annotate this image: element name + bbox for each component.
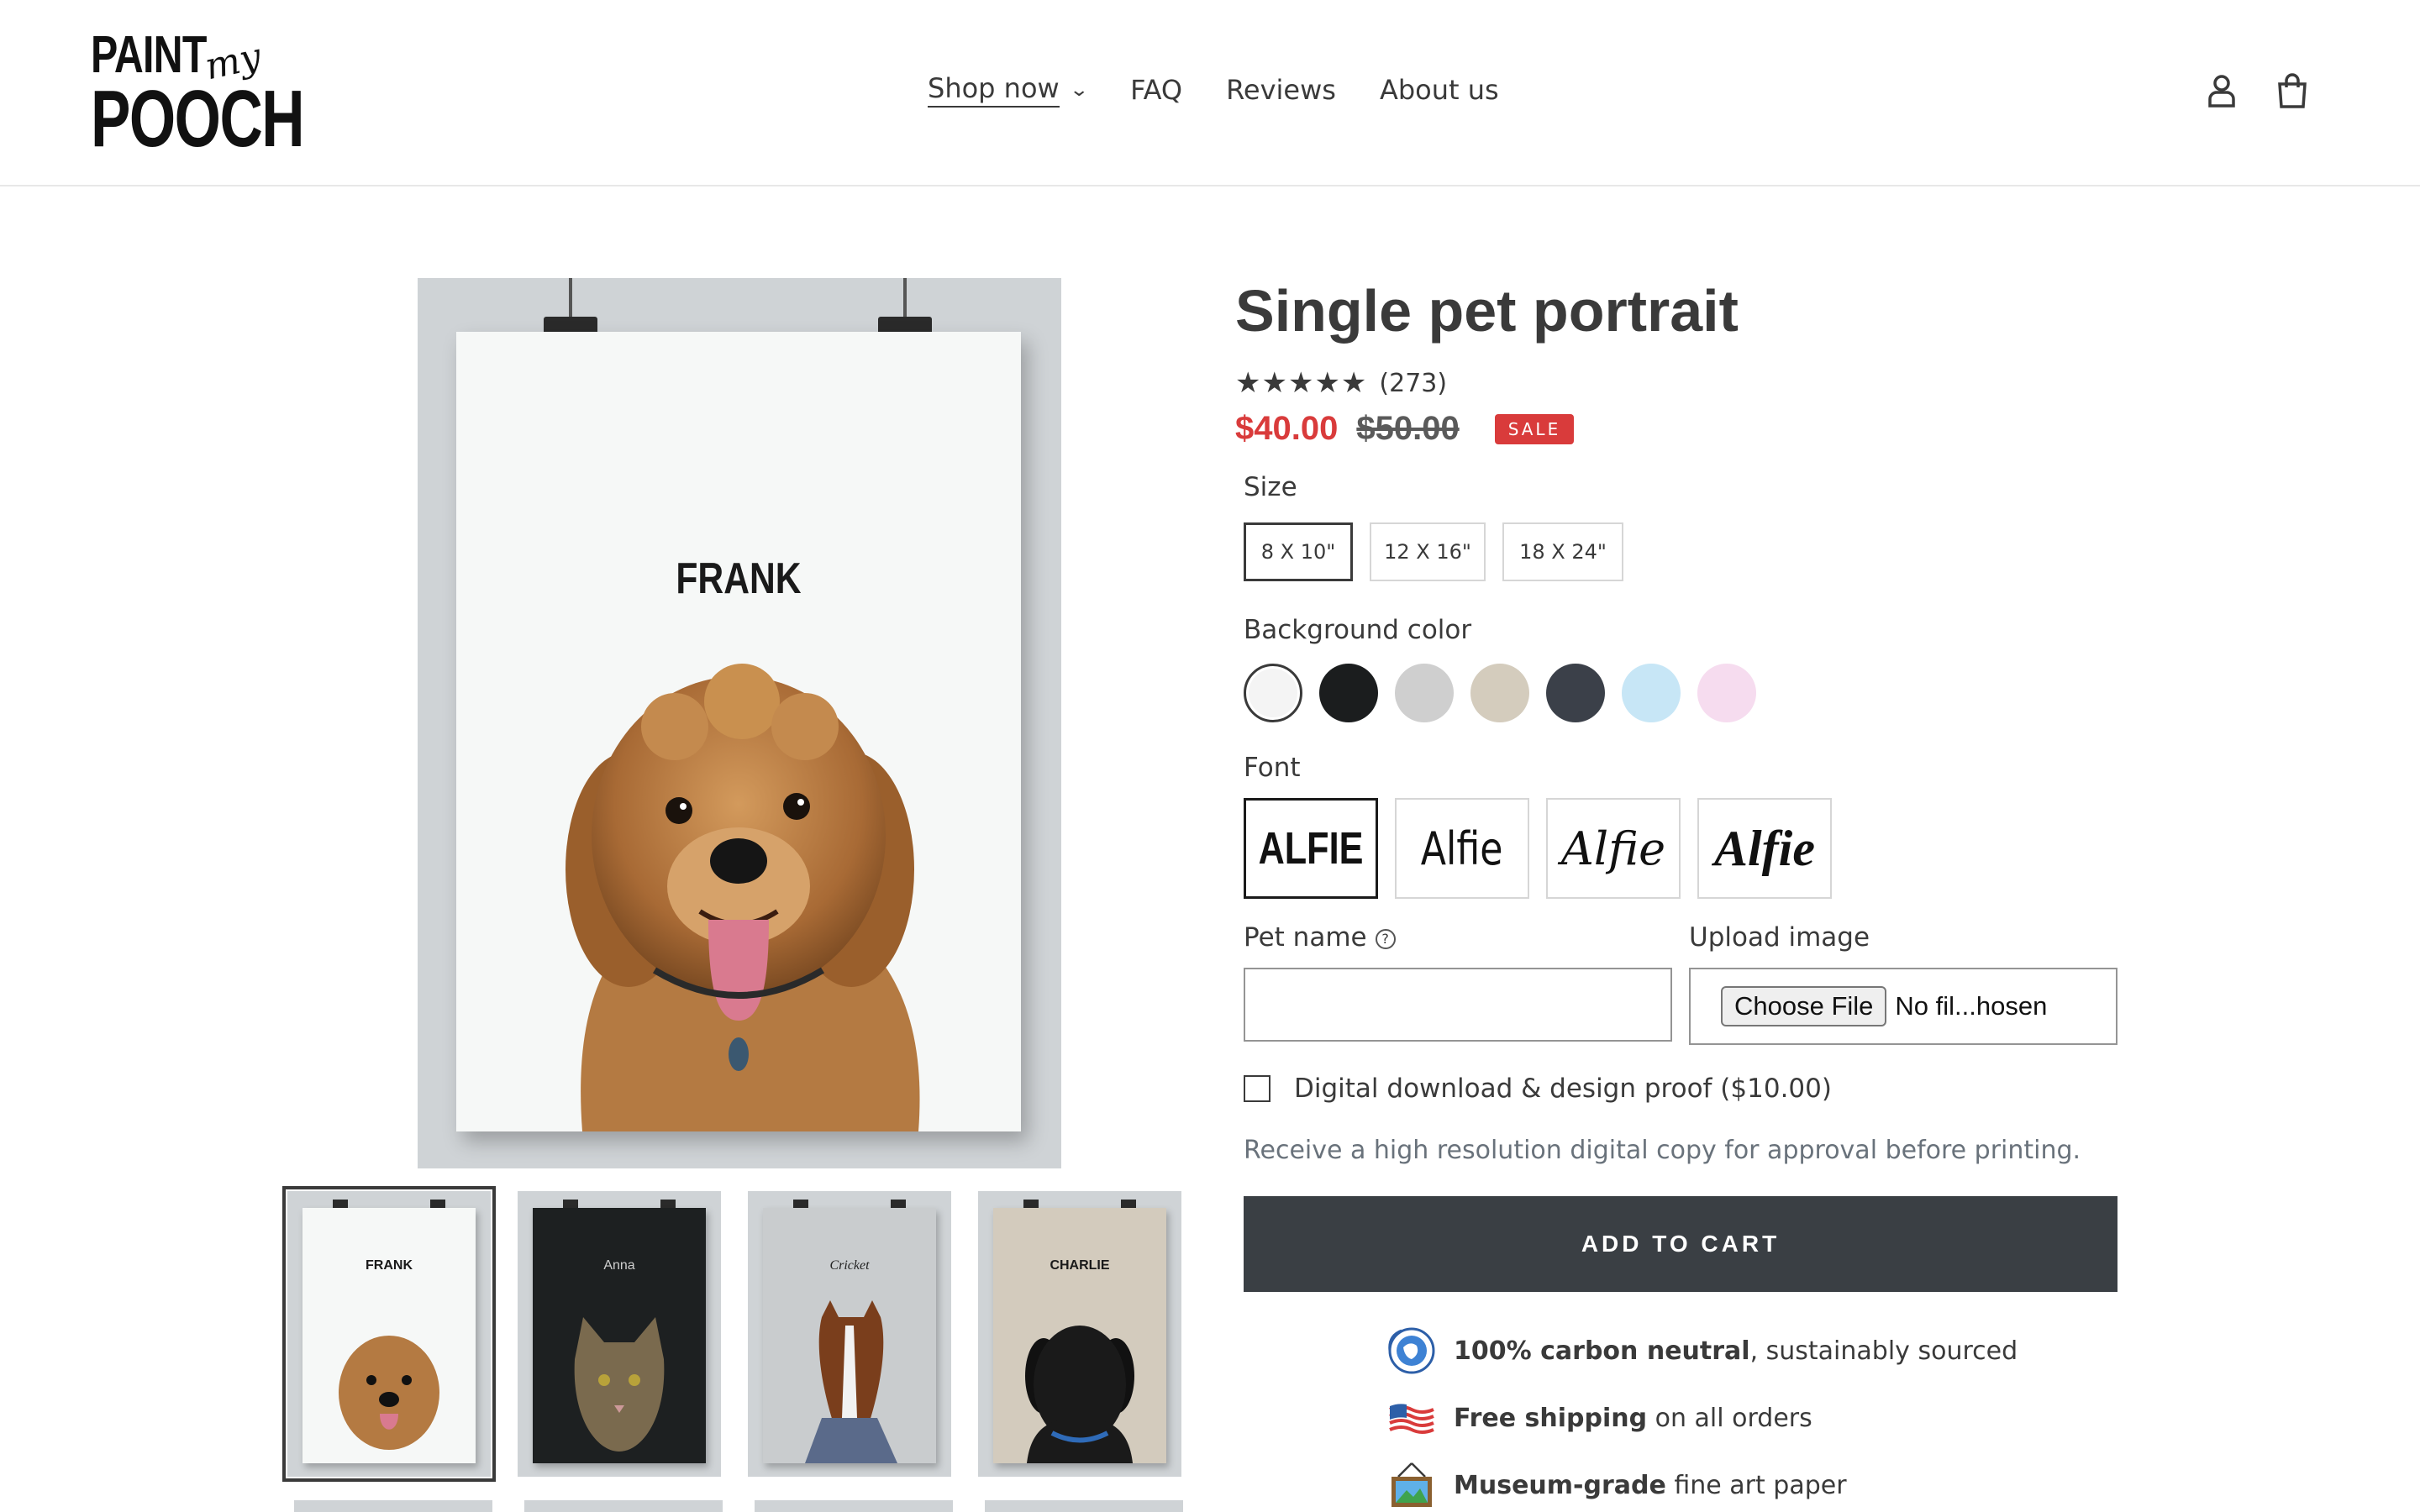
feature-bold: Museum-grade	[1454, 1470, 1666, 1500]
chevron-down-icon: ⌄	[1068, 79, 1089, 101]
size-option-8x10[interactable]: 8 X 10"	[1244, 522, 1353, 581]
font-label: Font	[1244, 753, 1301, 783]
site-header: PAINT my POOCH Shop now ⌄ FAQ Reviews Ab…	[0, 0, 2420, 186]
font-sample: Alfie	[1421, 822, 1503, 875]
swatch-white[interactable]	[1244, 664, 1302, 722]
thumbnail[interactable]	[294, 1500, 492, 1512]
main-nav: Shop now ⌄ FAQ Reviews About us	[928, 72, 1543, 108]
sale-price: $40.00	[1235, 410, 1339, 447]
size-option-18x24[interactable]: 18 X 24"	[1502, 522, 1623, 581]
cart-icon[interactable]	[2272, 71, 2312, 111]
feature-free-shipping: Free shipping on all orders	[1386, 1393, 1812, 1443]
swatch-beige[interactable]	[1470, 664, 1529, 722]
font-selector: ALFIE Alfie Alfie Alfie	[1244, 798, 1849, 899]
poster: FRANK	[456, 332, 1021, 1131]
digital-download-checkbox[interactable]	[1244, 1075, 1270, 1102]
feature-text: , sustainably sourced	[1749, 1336, 2018, 1366]
background-color-selector	[1244, 664, 1773, 722]
nav-reviews[interactable]: Reviews	[1226, 74, 1336, 106]
size-option-12x16[interactable]: 12 X 16"	[1370, 522, 1486, 581]
rating-stars: ★★★★★	[1235, 366, 1368, 400]
dog-portrait-image	[566, 664, 920, 1131]
sale-badge: SALE	[1494, 413, 1575, 444]
size-label: Size	[1244, 472, 1297, 502]
framed-landscape-icon	[1392, 1462, 1432, 1507]
logo-line-2: POOCH	[91, 74, 305, 164]
digital-download-option[interactable]: Digital download & design proof ($10.00)	[1244, 1074, 1832, 1104]
swatch-pink[interactable]	[1697, 664, 1756, 722]
thumbnail-frank[interactable]: FRANK	[282, 1186, 496, 1482]
nav-shop-now[interactable]: Shop now ⌄	[928, 72, 1089, 108]
dog-thumbnail-image	[339, 1336, 439, 1450]
thumbnail[interactable]	[524, 1500, 723, 1512]
price-row: $40.00 $50.00 SALE	[1235, 410, 1575, 448]
digital-download-helper: Receive a high resolution digital copy f…	[1244, 1136, 2081, 1165]
nav-about-us[interactable]: About us	[1380, 74, 1499, 106]
feature-text: fine art paper	[1665, 1470, 1847, 1500]
font-sample: ALFIE	[1258, 823, 1364, 874]
main-product-image[interactable]: FRANK	[418, 278, 1061, 1168]
font-option-sans[interactable]: Alfie	[1395, 798, 1529, 899]
font-option-calligraphy[interactable]: Alfie	[1697, 798, 1832, 899]
swatch-charcoal[interactable]	[1546, 664, 1605, 722]
swatch-light-gray[interactable]	[1395, 664, 1454, 722]
font-sample: Alfie	[1560, 822, 1666, 875]
nav-shop-now-label: Shop now	[928, 72, 1060, 108]
thumbnail[interactable]	[755, 1500, 953, 1512]
original-price: $50.00	[1356, 410, 1460, 447]
labrador-thumbnail-image	[1025, 1326, 1134, 1463]
feature-carbon-neutral: 100% carbon neutral, sustainably sourced	[1386, 1326, 2018, 1376]
horse-thumbnail-image	[805, 1300, 897, 1463]
review-count: (273)	[1379, 368, 1448, 398]
us-flag-icon	[1389, 1404, 1434, 1434]
font-sample: Alfie	[1714, 820, 1815, 876]
cat-thumbnail-image	[574, 1317, 665, 1452]
header-icons	[2202, 71, 2343, 111]
feature-museum-grade: Museum-grade fine art paper	[1386, 1460, 1847, 1510]
eco-globe-icon	[1388, 1327, 1435, 1374]
nav-faq[interactable]: FAQ	[1130, 74, 1182, 106]
digital-download-label: Digital download & design proof ($10.00)	[1294, 1074, 1832, 1104]
thumbnail-charlie[interactable]: CHARLIE	[978, 1191, 1181, 1477]
nav-faq-label: FAQ	[1130, 74, 1183, 106]
thumbnail-cricket[interactable]: Cricket	[748, 1191, 951, 1477]
swatch-black[interactable]	[1319, 664, 1378, 722]
thumbnail-strip: FRANK Anna Cricket CHARLIE	[282, 1186, 1208, 1482]
upload-image-field[interactable]: Choose File No fil...hosen	[1689, 968, 2118, 1045]
pet-name-label: Pet name	[1244, 922, 1367, 953]
logo[interactable]: PAINT my POOCH	[91, 25, 305, 160]
background-color-label: Background color	[1244, 615, 1472, 645]
font-option-bold-sans[interactable]: ALFIE	[1244, 798, 1378, 899]
feature-bold: Free shipping	[1454, 1403, 1648, 1433]
upload-image-label: Upload image	[1689, 922, 1870, 953]
help-icon[interactable]: ?	[1375, 928, 1396, 949]
add-to-cart-button[interactable]: ADD TO CART	[1244, 1196, 2118, 1292]
feature-text: on all orders	[1647, 1403, 1812, 1433]
feature-bold: 100% carbon neutral	[1454, 1336, 1750, 1366]
upload-status: No fil...hosen	[1895, 991, 2048, 1021]
pet-name-input[interactable]	[1244, 968, 1672, 1042]
product-title: Single pet portrait	[1235, 278, 1739, 344]
pet-name-label-row: Pet name?	[1244, 922, 1396, 953]
size-selector: 8 X 10" 12 X 16" 18 X 24"	[1244, 522, 1640, 581]
thumbnail-anna[interactable]: Anna	[518, 1191, 721, 1477]
font-option-script[interactable]: Alfie	[1546, 798, 1681, 899]
choose-file-button[interactable]: Choose File	[1721, 986, 1887, 1026]
account-icon[interactable]	[2202, 71, 2242, 111]
rating[interactable]: ★★★★★ (273)	[1235, 366, 1447, 400]
nav-about-us-label: About us	[1379, 74, 1499, 106]
thumbnail-strip-row-2	[294, 1500, 1215, 1512]
nav-reviews-label: Reviews	[1226, 74, 1336, 106]
swatch-light-blue[interactable]	[1622, 664, 1681, 722]
thumbnail[interactable]	[985, 1500, 1183, 1512]
